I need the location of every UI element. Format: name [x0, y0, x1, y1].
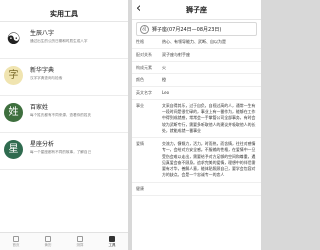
surname-icon: 姓	[4, 103, 23, 122]
row-value: 双子座与射手座	[162, 51, 190, 57]
tab-label: 首页	[12, 242, 20, 247]
row-label: 构成元素	[136, 64, 152, 70]
info-row-personality: 性格 热心、有领导能力、武断、自以为是	[132, 36, 261, 49]
tool-title: 百家姓	[30, 104, 49, 111]
row-value: 火	[162, 64, 166, 70]
tool-desc: 通过出生的公历日期和时辰生成八字	[30, 39, 88, 43]
tab-tools[interactable]: 工具	[96, 233, 128, 250]
row-value: Leo	[162, 90, 170, 96]
yin-yang-icon: ☯	[4, 29, 23, 48]
row-value	[162, 186, 257, 192]
tool-desc: 汉字字典查询与检索	[30, 76, 63, 80]
row-label: 性格	[136, 39, 144, 44]
tab-fortune[interactable]: 测算	[64, 233, 96, 250]
info-row-health: 健康	[132, 183, 261, 196]
calendar-icon	[45, 235, 51, 242]
row-value: 交流力，慷慨力，活力，时而热，而含情，往往对感情专一，会给对方安全感。不服输的性…	[162, 141, 256, 178]
dictionary-icon: 字	[4, 66, 23, 85]
page-title: 实用工具	[0, 6, 128, 22]
tool-desc: 每一个星座都有不同的故事，了解自己	[30, 150, 92, 154]
tool-desc: 每个姓氏都有不同来源，查看你的姓氏	[30, 113, 92, 117]
tab-label: 工具	[108, 242, 116, 247]
leo-icon: ♌	[140, 24, 149, 34]
tab-label: 黄历	[44, 242, 52, 247]
tool-item-bazi[interactable]: ☯ 生辰八字 通过出生的公历日期和时辰生成八字	[0, 23, 128, 59]
tab-home[interactable]: 首页	[0, 233, 32, 250]
info-row-color: 颜色 橙	[132, 74, 261, 88]
home-icon	[13, 235, 19, 242]
zodiac-date-box: ♌ 狮子座(07月24日—08月23日)	[136, 22, 257, 36]
fortune-icon	[77, 235, 83, 242]
info-row-love: 爱情 交流力，慷慨力，活力，时而热，而含情，往往对感情专一，会给对方安全感。不服…	[132, 138, 261, 183]
row-label: 英文名字	[136, 90, 152, 96]
zodiac-detail-screen: ‹ 狮子座 ♌ 狮子座(07月24日—08月23日) 性格 热心、有领导能力、武…	[132, 0, 261, 250]
row-value: 橙	[162, 77, 166, 83]
star-icon: 星	[4, 140, 23, 159]
tab-almanac[interactable]: 黄历	[32, 233, 64, 250]
tool-title: 星座分析	[30, 141, 55, 148]
row-label: 事业	[136, 102, 144, 108]
tab-bar: 首页 黄历 测算 工具	[0, 232, 128, 250]
tool-title: 新华字典	[30, 67, 55, 74]
back-arrow-icon[interactable]: ‹	[136, 2, 141, 15]
row-label: 颜色	[136, 77, 144, 83]
info-row-match: 配对关系 双子座与射手座	[132, 49, 261, 62]
row-value: 文采自得其乐，过于自负，自视过高的人，通常一生有一段时间是很忙碌的，事业上有一番…	[162, 102, 256, 133]
row-label: 爱情	[136, 141, 144, 147]
tool-item-surnames[interactable]: 姓 百家姓 每个姓氏都有不同来源，查看你的姓氏	[0, 97, 128, 133]
row-value: 热心、有领导能力、武断、自以为是	[162, 39, 226, 44]
info-row-element: 构成元素 火	[132, 62, 261, 75]
nav-header: ‹ 狮子座	[132, 0, 261, 20]
zodiac-date-range: 狮子座(07月24日—08月23日)	[152, 26, 222, 33]
tools-screen: 实用工具 ☯ 生辰八字 通过出生的公历日期和时辰生成八字 字 新华字典 汉字字典…	[0, 0, 128, 250]
tool-title: 生辰八字	[30, 30, 55, 37]
tools-icon	[109, 235, 115, 242]
page-title: 狮子座	[186, 5, 207, 14]
tool-item-dictionary[interactable]: 字 新华字典 汉字字典查询与检索	[0, 60, 128, 96]
row-label: 健康	[136, 185, 144, 191]
tool-item-horoscope[interactable]: 星 星座分析 每一个星座都有不同的故事，了解自己	[0, 134, 128, 170]
info-row-english-name: 英文名字 Leo	[132, 87, 261, 100]
row-label: 配对关系	[136, 51, 152, 57]
tab-label: 测算	[76, 242, 84, 247]
info-row-career: 事业 文采自得其乐，过于自负，自视过高的人，通常一生有一段时间是很忙碌的，事业上…	[132, 100, 261, 139]
